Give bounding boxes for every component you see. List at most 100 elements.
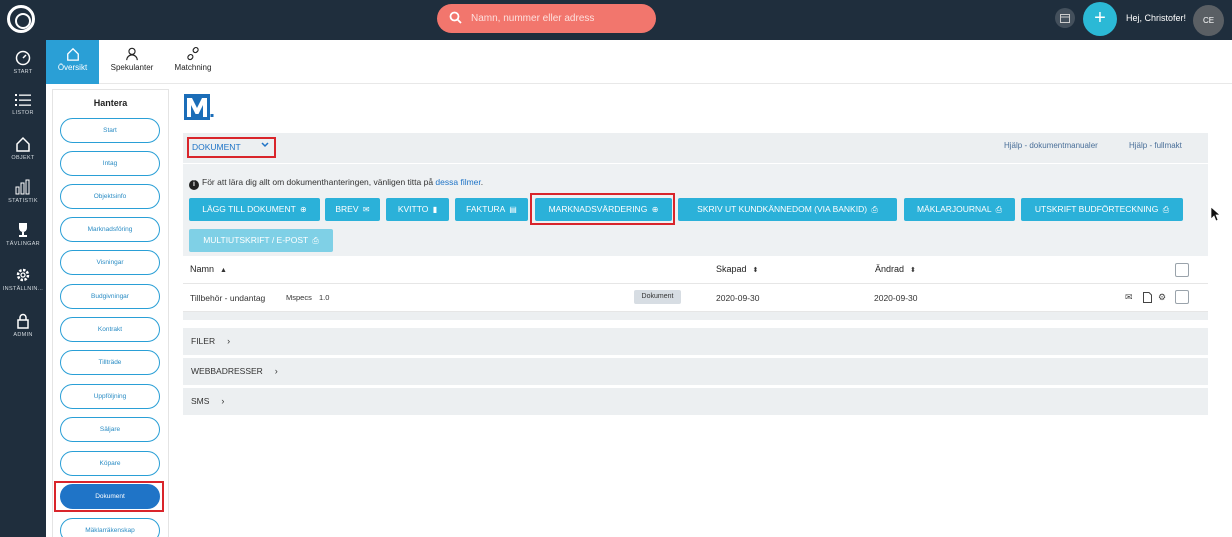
highlight-box — [530, 193, 675, 225]
tab-oversikt[interactable]: Översikt — [46, 40, 99, 84]
manage-maklarrakenskap-button[interactable]: Mäklarräkenskap — [60, 518, 160, 537]
print-bid-list-button[interactable]: UTSKRIFT BUDFÖRTECKNING ⎙ — [1021, 198, 1183, 221]
app-logo[interactable] — [7, 5, 35, 33]
tab-spekulanter[interactable]: Spekulanter — [104, 40, 160, 84]
document-type-select[interactable]: DOKUMENT — [187, 137, 276, 158]
row-checkbox[interactable] — [1175, 290, 1189, 304]
document-header: DOKUMENT Hjälp - dokumentmanualer Hjälp … — [183, 133, 1208, 163]
bar-chart-icon — [15, 179, 30, 195]
highlight-box — [54, 481, 164, 512]
nav-label: OBJEKT — [11, 155, 35, 161]
letter-button[interactable]: BREV ✉ — [325, 198, 380, 221]
manage-tilltrade-button[interactable]: Tillträde — [60, 350, 160, 375]
manage-title: Hantera — [93, 98, 128, 108]
help-document-manuals-link[interactable]: Hjälp - dokumentmanualer — [1004, 141, 1098, 150]
multi-print-email-button[interactable]: MULTIUTSKRIFT / E-POST ⎙ — [189, 229, 333, 252]
nav-label: LISTOR — [12, 110, 34, 116]
tab-label: Översikt — [57, 63, 88, 72]
nav-item-tavlingar[interactable]: TÄVLINGAR — [0, 222, 46, 262]
section-sms[interactable]: SMS › — [183, 388, 1208, 415]
column-header-created[interactable]: Skapad ⬍ — [716, 264, 758, 274]
manage-marknadsforing-button[interactable]: Marknadsföring — [60, 217, 160, 242]
avatar[interactable]: CE — [1193, 5, 1224, 36]
add-document-button[interactable]: LÄGG TILL DOKUMENT ⊕ — [189, 198, 320, 221]
calendar-button[interactable] — [1055, 8, 1075, 28]
search-box[interactable] — [437, 4, 656, 33]
plus-circle-icon: ⊕ — [300, 205, 307, 214]
manage-kontrakt-button[interactable]: Kontrakt — [60, 317, 160, 342]
gauge-icon — [15, 50, 31, 66]
changed-date: 2020-09-30 — [874, 293, 918, 303]
manage-start-button[interactable]: Start — [60, 118, 160, 143]
sub-nav: Översikt Spekulanter Matchning — [46, 40, 1232, 84]
column-header-changed[interactable]: Ändrad ⬍ — [875, 264, 916, 274]
manage-budgivningar-button[interactable]: Budgivningar — [60, 284, 160, 309]
trophy-icon — [19, 223, 27, 237]
nav-label: TÄVLINGAR — [6, 241, 40, 247]
divider — [183, 283, 1208, 284]
column-header-name[interactable]: Namn ▲ — [190, 264, 227, 274]
tab-label: Matchning — [174, 63, 212, 72]
nav-item-listor[interactable]: LISTOR — [0, 93, 46, 133]
receipt-button[interactable]: KVITTO ▮ — [386, 198, 449, 221]
nav-item-start[interactable]: START — [0, 50, 46, 90]
chevron-right-icon: › — [221, 396, 225, 406]
pdf-icon[interactable] — [1143, 292, 1152, 305]
brand-logo — [184, 94, 214, 120]
printer-icon: ⎙ — [312, 236, 319, 245]
manage-visningar-button[interactable]: Visningar — [60, 250, 160, 275]
invoice-button[interactable]: FAKTURA ▤ — [455, 198, 528, 221]
column-label: Ändrad — [875, 264, 905, 274]
sort-icon: ⬍ — [752, 267, 759, 274]
house-icon — [16, 136, 30, 152]
person-icon — [126, 47, 138, 61]
sort-icon: ⬍ — [910, 267, 916, 274]
search-input[interactable] — [471, 10, 646, 27]
nav-item-statistik[interactable]: STATISTIK — [0, 179, 46, 219]
manage-kopare-button[interactable]: Köpare — [60, 451, 160, 476]
list-icon — [15, 94, 31, 106]
nav-item-installningar[interactable]: INSTÄLLNIN... — [0, 267, 46, 307]
tab-matchning[interactable]: Matchning — [165, 40, 221, 84]
info-text: För att lära dig allt om dokumenthanteri… — [202, 177, 436, 187]
manage-panel: Hantera Start Intag Objektsinfo Marknads… — [52, 89, 169, 537]
manage-intag-button[interactable]: Intag — [60, 151, 160, 176]
manage-objektsinfo-button[interactable]: Objektsinfo — [60, 184, 160, 209]
section-files[interactable]: FILER › — [183, 328, 1208, 355]
section-label: FILER — [191, 336, 216, 346]
documents-table: Namn ▲ Skapad ⬍ Ändrad ⬍ Tillbehör - undant… — [183, 256, 1208, 322]
search-icon — [449, 11, 462, 24]
column-label: Skapad — [716, 264, 747, 274]
printer-icon: ⎙ — [1162, 205, 1170, 214]
printer-icon: ⎙ — [871, 205, 878, 214]
gear-icon[interactable]: ⚙ — [1158, 292, 1166, 303]
button-label: UTSKRIFT BUDFÖRTECKNING — [1034, 204, 1159, 214]
select-all-checkbox[interactable] — [1175, 263, 1189, 277]
button-label: KVITTO — [397, 204, 429, 214]
manage-uppfoljning-button[interactable]: Uppföljning — [60, 384, 160, 409]
broker-journal-button[interactable]: MÄKLARJOURNAL ⎙ — [904, 198, 1015, 221]
created-date: 2020-09-30 — [716, 293, 760, 303]
lock-icon — [17, 313, 29, 329]
nav-item-admin[interactable]: ADMIN — [0, 313, 46, 353]
column-label: Namn — [190, 264, 215, 274]
section-label: WEBBADRESSER — [191, 366, 263, 376]
envelope-icon[interactable]: ✉ — [1125, 292, 1133, 303]
add-button[interactable]: + — [1083, 2, 1117, 36]
info-suffix: . — [480, 177, 484, 187]
nav-item-objekt[interactable]: OBJEKT — [0, 136, 46, 176]
button-label: FAKTURA — [466, 204, 505, 214]
document-type-value: DOKUMENT — [192, 142, 241, 152]
house-icon — [66, 47, 79, 61]
help-fullmakt-link[interactable]: Hjälp - fullmakt — [1129, 141, 1182, 150]
button-label: SKRIV UT KUNDKÄNNEDOM (VIA BANKID) — [697, 204, 868, 214]
document-name-link[interactable]: Tillbehör - undantag — [190, 293, 265, 303]
manage-saljare-button[interactable]: Säljare — [60, 417, 160, 442]
sort-asc-icon: ▲ — [220, 267, 227, 274]
info-line: i För att lära dig allt om dokumenthanter… — [189, 177, 483, 190]
button-label: MULTIUTSKRIFT / E-POST — [203, 235, 309, 245]
print-customer-knowledge-button[interactable]: SKRIV UT KUNDKÄNNEDOM (VIA BANKID) ⎙ — [678, 198, 897, 221]
info-icon: i — [189, 180, 199, 190]
section-web-addresses[interactable]: WEBBADRESSER › — [183, 358, 1208, 385]
video-link[interactable]: dessa filmer — [435, 177, 480, 187]
